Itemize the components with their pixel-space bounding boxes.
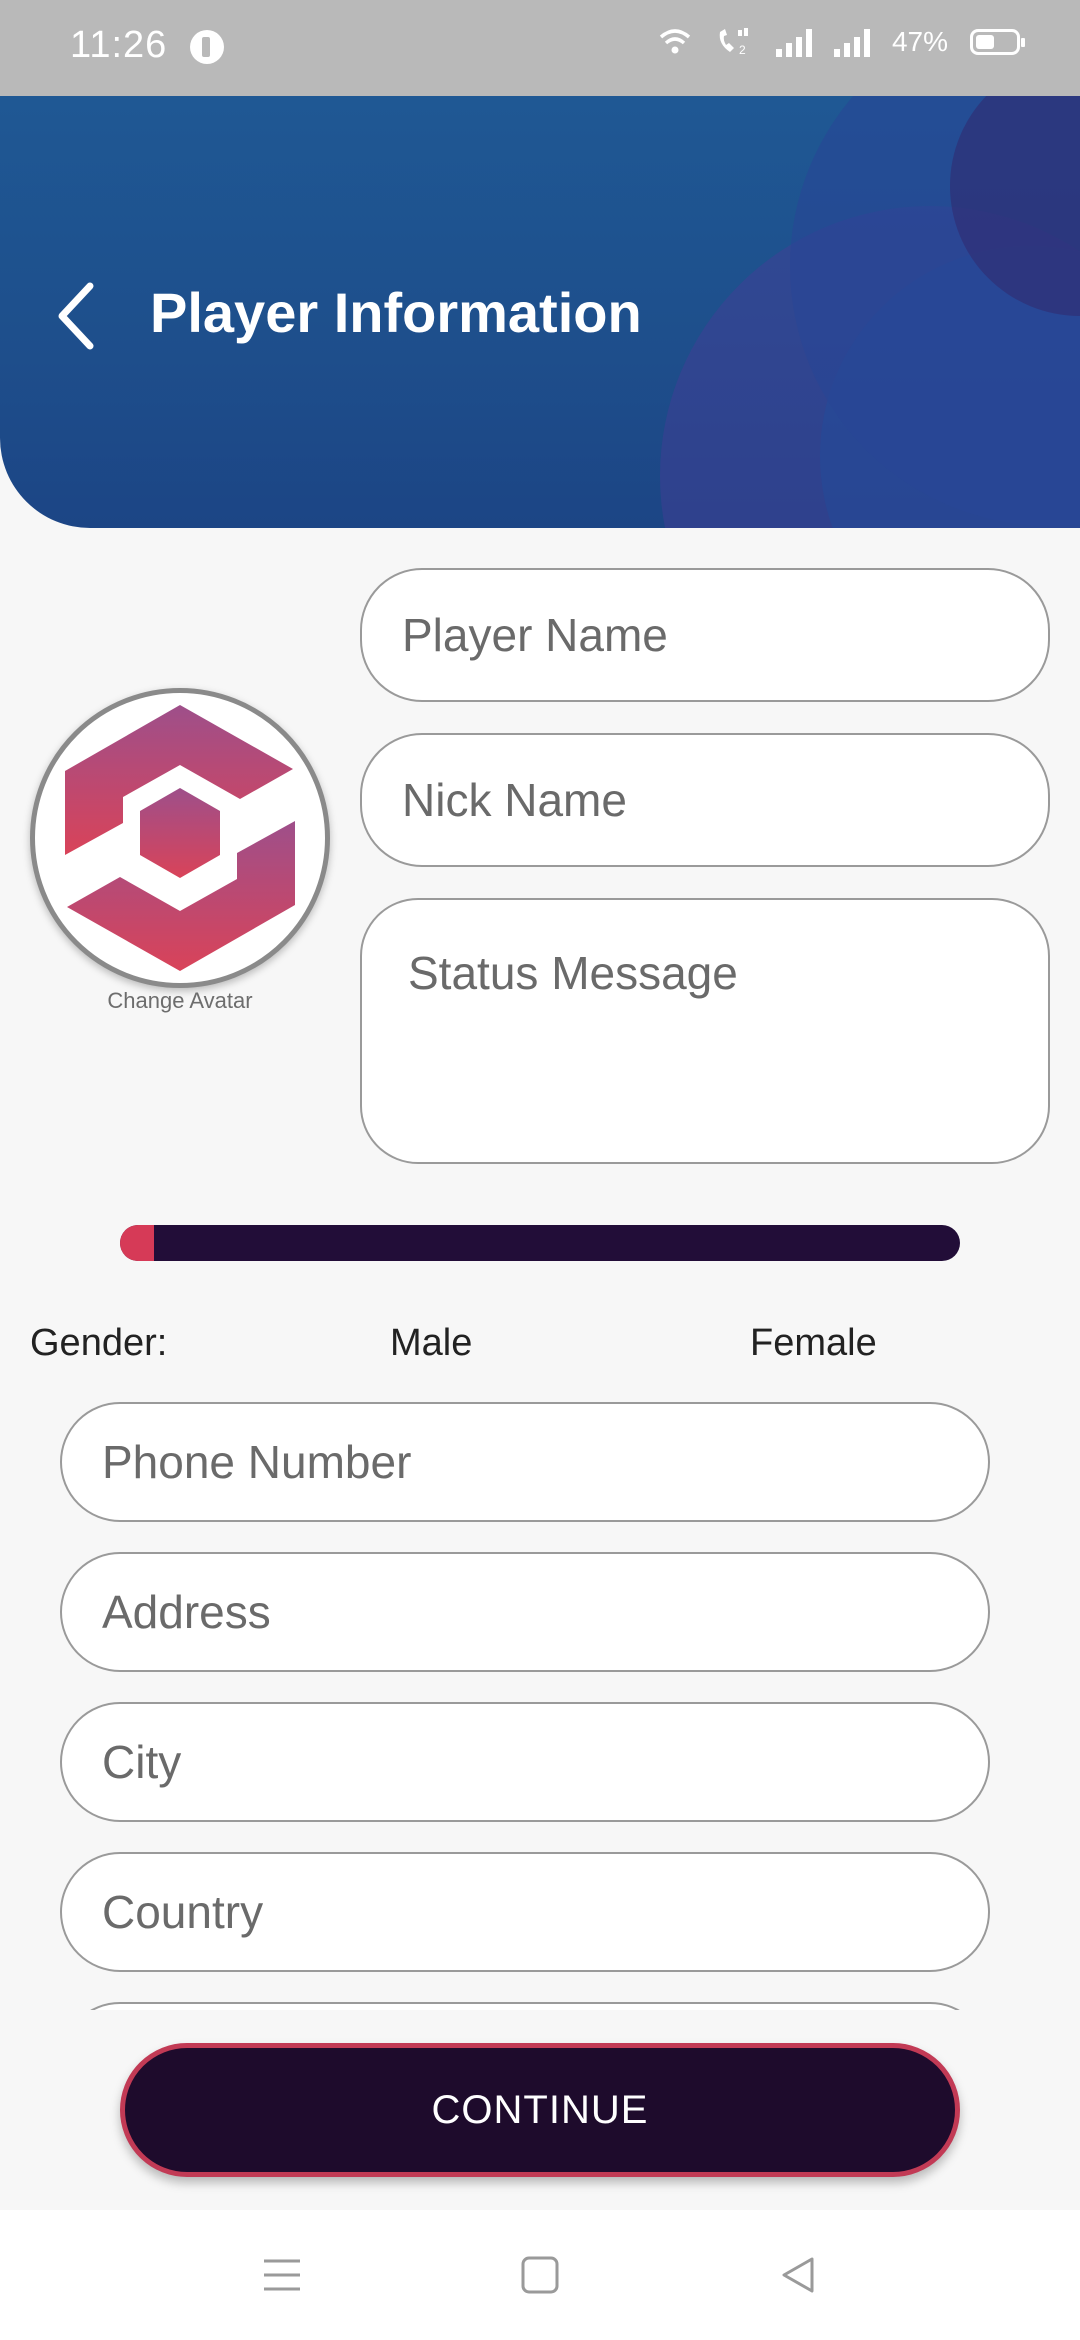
nick-name-input[interactable]: [362, 735, 1048, 865]
header: Player Information: [0, 96, 1080, 528]
continue-button[interactable]: CONTINUE: [120, 2043, 960, 2177]
navigation-bar: [0, 2210, 1080, 2340]
player-name-input[interactable]: [362, 570, 1048, 700]
player-name-field[interactable]: [360, 568, 1050, 702]
chevron-left-icon: [58, 282, 94, 350]
nav-menu-button[interactable]: [222, 2210, 342, 2340]
country-input[interactable]: [62, 1854, 988, 1970]
avatar[interactable]: [30, 688, 330, 988]
change-avatar-link[interactable]: Change Avatar: [30, 988, 330, 1014]
signal-icon: [833, 27, 870, 57]
menu-icon: [264, 2259, 300, 2291]
signal-icon: [775, 27, 812, 57]
address-field[interactable]: [60, 1552, 990, 1672]
status-message-input[interactable]: [362, 900, 1048, 1162]
svg-text:2: 2: [739, 43, 746, 57]
battery-icon: [970, 29, 1025, 55]
nick-name-field[interactable]: [360, 733, 1050, 867]
gender-label: Gender:: [30, 1322, 168, 1364]
address-input[interactable]: [62, 1554, 988, 1670]
phone-number-field[interactable]: [60, 1402, 990, 1522]
level-slider-fill[interactable]: [120, 1225, 154, 1261]
page-title: Player Information: [150, 281, 642, 344]
back-triangle-icon: [782, 2257, 814, 2293]
gender-option-female[interactable]: Female: [750, 1322, 877, 1365]
status-bar: 11:26 2 47%: [0, 0, 1080, 96]
battery-percent: 47%: [891, 26, 948, 57]
avatar-logo-icon: [65, 705, 295, 971]
phone-number-input[interactable]: [62, 1404, 988, 1520]
city-field[interactable]: [60, 1702, 990, 1822]
wifi-icon: [659, 29, 691, 54]
status-time: 11:26: [70, 24, 168, 66]
back-button[interactable]: [48, 276, 108, 356]
nav-home-button[interactable]: [480, 2210, 600, 2340]
wifi-call-icon: 2: [719, 28, 748, 57]
level-slider-track[interactable]: [120, 1225, 960, 1261]
alarm-icon: [190, 30, 224, 64]
nav-back-button[interactable]: [738, 2210, 858, 2340]
status-message-field[interactable]: [360, 898, 1050, 1164]
city-input[interactable]: [62, 1704, 988, 1820]
country-field[interactable]: [60, 1852, 990, 1972]
status-icons: 2 47%: [658, 26, 1025, 58]
home-square-icon: [521, 2256, 559, 2294]
gender-option-male[interactable]: Male: [390, 1322, 472, 1365]
